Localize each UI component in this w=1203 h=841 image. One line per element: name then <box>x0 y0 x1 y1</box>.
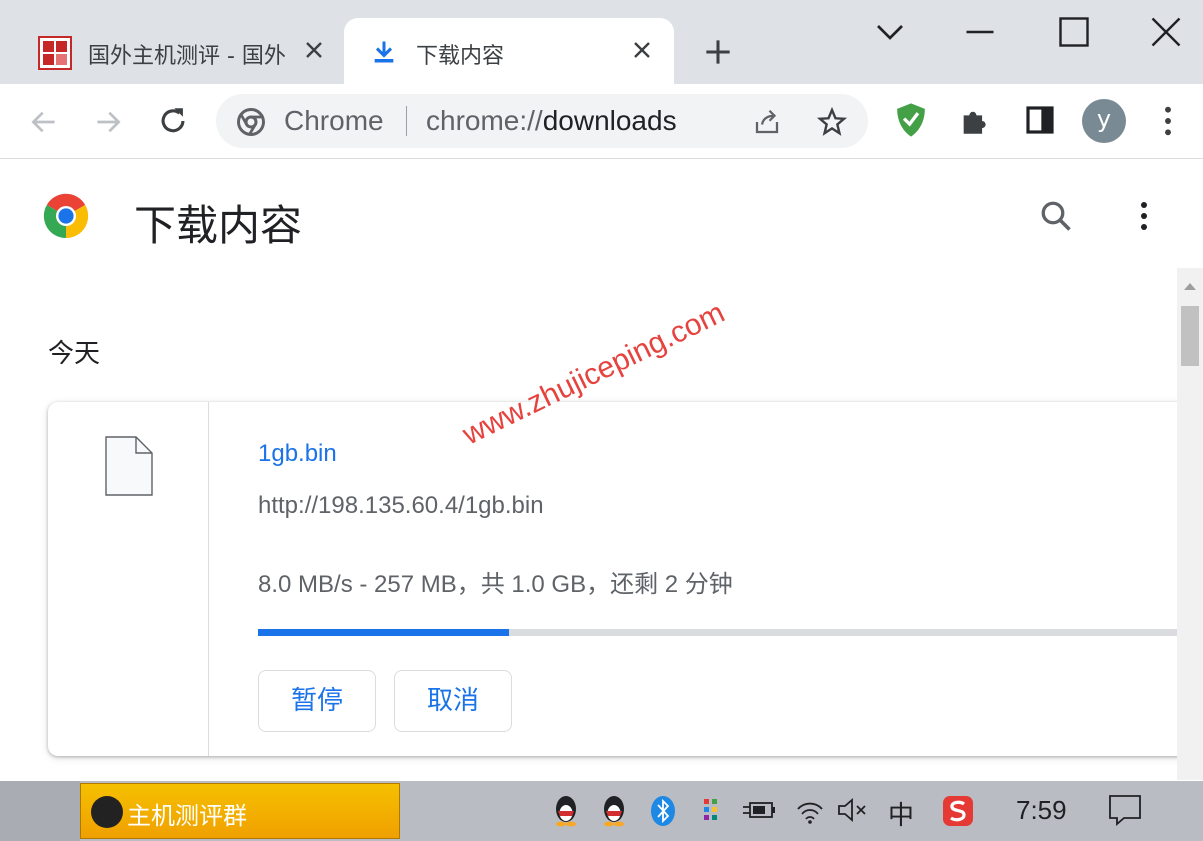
forward-arrow-icon[interactable] <box>92 106 124 138</box>
wifi-icon[interactable] <box>794 795 826 825</box>
group-avatar-icon <box>91 796 123 828</box>
extensions-puzzle-icon[interactable] <box>958 104 992 138</box>
qq-penguin-icon[interactable] <box>600 793 628 827</box>
battery-plug-icon[interactable] <box>742 797 776 823</box>
more-vert-icon[interactable] <box>1154 104 1182 138</box>
chevron-down-icon[interactable] <box>872 14 908 50</box>
file-name-link[interactable]: 1gb.bin <box>258 440 337 468</box>
share-icon[interactable] <box>752 107 782 137</box>
progress-fill <box>258 629 510 636</box>
profile-avatar[interactable]: y <box>1082 99 1126 143</box>
omnibox-divider <box>406 106 407 136</box>
toolbar: Chrome chrome://downloads y <box>0 84 1203 159</box>
omnibox-chrome-label: Chrome <box>284 105 384 136</box>
taskbar-app-label: 主机测评群 <box>127 802 247 830</box>
card-divider <box>208 402 209 756</box>
plus-icon[interactable] <box>704 38 732 66</box>
ime-indicator[interactable]: 中 <box>888 795 914 832</box>
site-favicon-icon <box>38 36 72 70</box>
taskbar-app-button[interactable]: 主机测评群 <box>80 783 400 839</box>
search-icon[interactable] <box>1038 198 1074 234</box>
page-title: 下载内容 <box>134 201 303 250</box>
url-text[interactable]: chrome://downloads <box>426 105 677 137</box>
scroll-up-arrow-icon[interactable] <box>1184 282 1196 290</box>
reload-icon[interactable] <box>156 104 190 138</box>
file-icon <box>105 436 153 496</box>
download-status: 8.0 MB/s - 257 MB，共 1.0 GB，还剩 2 分钟 <box>258 571 733 598</box>
download-icon <box>374 41 394 63</box>
download-card: 1gb.bin http://198.135.60.4/1gb.bin 8.0 … <box>48 402 1188 756</box>
omnibox[interactable]: Chrome chrome://downloads <box>216 94 868 148</box>
url-scheme: chrome:// <box>426 105 543 136</box>
tab-title: 下载内容 <box>416 44 505 69</box>
close-tab-icon[interactable] <box>630 38 654 62</box>
side-panel-icon[interactable] <box>1024 104 1056 136</box>
close-window-icon[interactable] <box>1148 14 1184 50</box>
qq-penguin-icon[interactable] <box>552 793 580 827</box>
sogou-ime-icon[interactable] <box>942 795 974 827</box>
close-tab-icon[interactable] <box>302 38 326 62</box>
star-icon[interactable] <box>816 106 848 138</box>
chrome-logo-icon <box>43 193 89 239</box>
scrollbar[interactable] <box>1177 268 1203 780</box>
taskbar-left-area[interactable] <box>0 781 80 841</box>
clock[interactable]: 7:59 <box>1016 795 1067 826</box>
section-heading-today: 今天 <box>48 339 101 369</box>
adguard-shield-icon[interactable] <box>894 102 928 138</box>
minimize-icon[interactable] <box>962 14 998 50</box>
tab-strip: 国外主机测评 - 国外 下载内容 <box>0 0 1203 84</box>
more-vert-page-icon[interactable] <box>1132 198 1156 234</box>
file-source-url[interactable]: http://198.135.60.4/1gb.bin <box>258 492 544 520</box>
tab-downloads[interactable]: 下载内容 <box>344 18 674 84</box>
progress-bar <box>258 629 1188 636</box>
volume-muted-icon[interactable] <box>836 795 870 825</box>
chrome-icon <box>237 108 265 136</box>
taskbar: 主机测评群 中 7:59 <box>0 781 1203 841</box>
pause-button[interactable]: 暂停 <box>258 670 376 732</box>
action-center-icon[interactable] <box>1108 793 1142 827</box>
tab-zhujiceping[interactable]: 国外主机测评 - 国外 <box>22 18 340 84</box>
url-host: downloads <box>542 105 677 136</box>
tab-title: 国外主机测评 - 国外 <box>88 44 286 69</box>
bluetooth-icon[interactable] <box>650 795 676 827</box>
color-grid-app-icon[interactable] <box>702 797 722 825</box>
scroll-thumb[interactable] <box>1181 306 1199 366</box>
maximize-icon[interactable] <box>1056 14 1092 50</box>
back-arrow-icon[interactable] <box>28 106 60 138</box>
cancel-button[interactable]: 取消 <box>394 670 512 732</box>
